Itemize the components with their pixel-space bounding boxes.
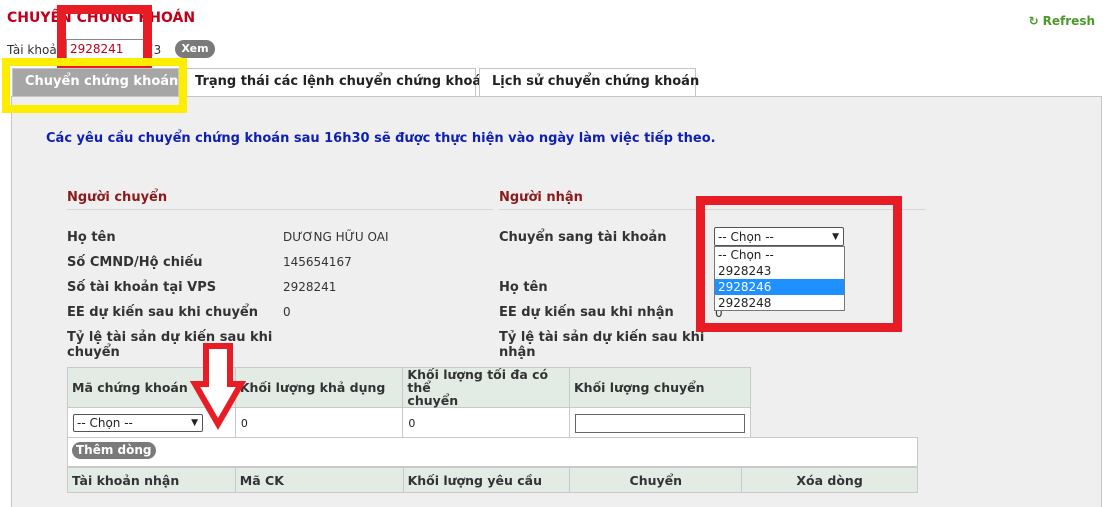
sender-heading: Người chuyển — [67, 190, 168, 205]
delete-row-header: Xóa dòng — [741, 467, 918, 493]
yellow-highlight-box-tab — [2, 58, 187, 113]
available-qty-cell: 0 — [234, 407, 404, 439]
stock-code-select[interactable]: -- Chọn -- ▼ — [73, 414, 203, 432]
sender-name-label: Họ tên — [67, 230, 116, 245]
receiver-name-label: Họ tên — [499, 280, 548, 295]
sender-ee-value: 0 — [283, 305, 291, 319]
stock-code-select-value: -- Chọn -- — [77, 416, 133, 430]
transfer-qty-cell — [569, 407, 751, 439]
refresh-button[interactable]: ↻ Refresh — [1029, 14, 1095, 28]
down-arrow-icon — [190, 343, 246, 431]
max-qty-header-line1: Khối lượng tối đa có thể — [407, 367, 549, 395]
sender-account-label: Số tài khoản tại VPS — [67, 280, 217, 295]
red-highlight-box-dropdown — [696, 196, 902, 332]
sender-divider — [67, 209, 493, 210]
transfer-qty-header: Khối lượng chuyển — [569, 367, 751, 408]
requests-table: Tài khoản nhận Mã CK Khối lượng yêu cầu … — [67, 467, 918, 493]
notice-text: Các yêu cầu chuyển chứng khoán sau 16h30… — [46, 131, 716, 146]
available-qty-header: Khối lượng khả dụng — [234, 367, 404, 408]
add-row-button[interactable]: Thêm dòng — [72, 442, 156, 459]
sender-account-value: 2928241 — [283, 280, 337, 294]
stock-table: Mã chứng khoán Khối lượng khả dụng Khối … — [67, 367, 751, 439]
max-qty-header-line2: chuyển — [407, 393, 459, 408]
sender-id-label: Số CMND/Hộ chiếu — [67, 255, 203, 270]
sender-ratio-label-line2: chuyển — [67, 345, 120, 360]
transfer-to-label: Chuyển sang tài khoản — [499, 230, 667, 245]
stock-symbol-header: Mã CK — [234, 467, 404, 493]
add-row-strip — [67, 437, 918, 467]
receive-account-header: Tài khoản nhận — [67, 467, 236, 493]
sender-id-value: 145654167 — [283, 255, 352, 269]
transfer-qty-input[interactable] — [575, 413, 745, 433]
view-button[interactable]: Xem — [175, 40, 215, 58]
tab-history[interactable]: Lịch sử chuyển chứng khoán — [479, 68, 699, 96]
sender-name-value: DƯƠNG HỮU OAI — [283, 230, 389, 244]
receiver-ratio-label-line1: Tỷ lệ tài sản dự kiến sau khi — [499, 330, 705, 345]
receiver-heading: Người nhận — [499, 190, 583, 205]
receiver-ee-label: EE dự kiến sau khi nhận — [499, 305, 674, 320]
max-qty-header: Khối lượng tối đa có thể chuyển — [402, 367, 570, 408]
sender-ee-label: EE dự kiến sau khi chuyển — [67, 305, 259, 320]
requested-qty-header: Khối lượng yêu cầu — [402, 467, 571, 493]
transfer-column-header: Chuyển — [569, 467, 743, 493]
receiver-ratio-label-line2: nhận — [499, 345, 536, 360]
refresh-label: Refresh — [1042, 14, 1095, 28]
max-qty-cell: 0 — [402, 407, 570, 439]
account-label: Tài khoản — [7, 43, 65, 57]
tab-order-status[interactable]: Trạng thái các lệnh chuyển chứng khoán — [182, 68, 490, 96]
refresh-icon: ↻ — [1028, 14, 1039, 28]
